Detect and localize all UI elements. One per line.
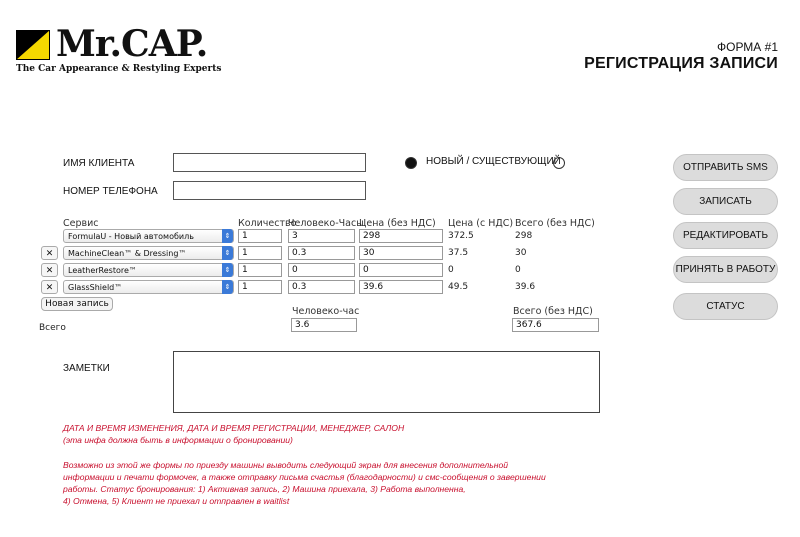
service-select-value: GlassShield™ bbox=[68, 283, 123, 292]
remove-row-button[interactable]: ✕ bbox=[41, 246, 58, 260]
quantity-input[interactable]: 1 bbox=[238, 280, 282, 294]
service-column-header: Сервис bbox=[63, 218, 99, 229]
price-column-header: Цена (без НДС) bbox=[359, 218, 436, 229]
quantity-input[interactable]: 1 bbox=[238, 246, 282, 260]
brand-logo: Mr.CAP. bbox=[56, 23, 208, 65]
annotation-booking-status: Возможно из этой же формы по приезду маш… bbox=[63, 459, 623, 507]
total-value: 298 bbox=[515, 231, 533, 241]
total-sum-label: Всего (без НДС) bbox=[513, 306, 593, 317]
notes-label: ЗАМЕТКИ bbox=[63, 363, 110, 374]
total-value: 0 bbox=[515, 265, 521, 275]
annotation-line: ДАТА И ВРЕМЯ ИЗМЕНЕНИЯ, ДАТА И ВРЕМЯ РЕГ… bbox=[63, 423, 405, 433]
total-sum-field: 367.6 bbox=[512, 318, 599, 332]
annotation-line: 4) Отмена, 5) Клиент не приехал и отправ… bbox=[63, 496, 290, 506]
price-vat-value: 372.5 bbox=[448, 231, 474, 241]
annotation-dates: ДАТА И ВРЕМЯ ИЗМЕНЕНИЯ, ДАТА И ВРЕМЯ РЕГ… bbox=[63, 422, 623, 446]
annotation-line: Возможно из этой же формы по приезду маш… bbox=[63, 460, 509, 470]
service-select-value: LeatherRestore™ bbox=[68, 266, 137, 275]
form-number: ФОРМА #1 bbox=[716, 40, 778, 54]
price-input[interactable]: 39.6 bbox=[359, 280, 443, 294]
total-value: 30 bbox=[515, 248, 527, 258]
price-input[interactable]: 0 bbox=[359, 263, 443, 277]
dropdown-arrow-icon: ⇕ bbox=[222, 229, 233, 243]
existing-client-radio[interactable] bbox=[553, 157, 565, 169]
dropdown-arrow-icon: ⇕ bbox=[222, 246, 233, 260]
dropdown-arrow-icon: ⇕ bbox=[222, 280, 233, 294]
hours-input[interactable]: 0.3 bbox=[288, 280, 355, 294]
total-value: 39.6 bbox=[515, 282, 536, 292]
client-status-label: НОВЫЙ / СУЩЕСТВУЮЩИЙ bbox=[426, 156, 561, 167]
annotation-line: работы. Статус бронирования: 1) Активная… bbox=[63, 484, 466, 494]
status-button[interactable]: СТАТУС bbox=[673, 293, 778, 320]
price-vat-value: 49.5 bbox=[448, 282, 469, 292]
remove-row-button[interactable]: ✕ bbox=[41, 280, 58, 294]
price-vat-value: 37.5 bbox=[448, 248, 469, 258]
totals-label: Всего bbox=[39, 323, 66, 333]
total-hours-label: Человеко-час bbox=[292, 306, 360, 317]
annotation-line: информации и печати формочек, а также от… bbox=[63, 472, 546, 482]
hours-input[interactable]: 0.3 bbox=[288, 246, 355, 260]
price-input[interactable]: 30 bbox=[359, 246, 443, 260]
price-input[interactable]: 298 bbox=[359, 229, 443, 243]
annotation-line: (эта инфа должна быть в информации о бро… bbox=[63, 435, 293, 445]
total-hours-field: 3.6 bbox=[291, 318, 357, 332]
new-entry-button[interactable]: Новая запись bbox=[41, 297, 113, 311]
hours-input[interactable]: 0 bbox=[288, 263, 355, 277]
service-select-value: FormulaU - Новый автомобиль bbox=[68, 232, 194, 241]
edit-button[interactable]: РЕДАКТИРОВАТЬ bbox=[673, 222, 778, 249]
client-name-input[interactable] bbox=[173, 153, 366, 172]
service-select[interactable]: FormulaU - Новый автомобиль ⇕ bbox=[63, 229, 234, 243]
quantity-input[interactable]: 1 bbox=[238, 229, 282, 243]
client-name-label: ИМЯ КЛИЕНТА bbox=[63, 158, 135, 169]
accept-button[interactable]: ПРИНЯТЬ В РАБОТУ bbox=[673, 256, 778, 283]
hours-column-header: Человеко-Часы bbox=[288, 218, 364, 229]
quantity-input[interactable]: 1 bbox=[238, 263, 282, 277]
new-client-radio[interactable] bbox=[405, 157, 417, 169]
service-select[interactable]: MachineClean™ & Dressing™ ⇕ bbox=[63, 246, 234, 260]
send-sms-button[interactable]: ОТПРАВИТЬ SMS bbox=[673, 154, 778, 181]
remove-row-button[interactable]: ✕ bbox=[41, 263, 58, 277]
service-select[interactable]: GlassShield™ ⇕ bbox=[63, 280, 234, 294]
price-vat-column-header: Цена (с НДС) bbox=[448, 218, 514, 229]
price-vat-value: 0 bbox=[448, 265, 454, 275]
total-column-header: Всего (без НДС) bbox=[515, 218, 595, 229]
dropdown-arrow-icon: ⇕ bbox=[222, 263, 233, 277]
logo-mark-icon bbox=[16, 30, 50, 60]
notes-textarea[interactable] bbox=[173, 351, 600, 413]
brand-tagline: The Car Appearance & Restyling Experts bbox=[16, 64, 222, 74]
service-select-value: MachineClean™ & Dressing™ bbox=[68, 249, 187, 258]
page-title: РЕГИСТРАЦИЯ ЗАПИСИ bbox=[584, 55, 778, 72]
hours-input[interactable]: 3 bbox=[288, 229, 355, 243]
service-select[interactable]: LeatherRestore™ ⇕ bbox=[63, 263, 234, 277]
phone-input[interactable] bbox=[173, 181, 366, 200]
phone-label: НОМЕР ТЕЛЕФОНА bbox=[63, 186, 158, 197]
save-button[interactable]: ЗАПИСАТЬ bbox=[673, 188, 778, 215]
